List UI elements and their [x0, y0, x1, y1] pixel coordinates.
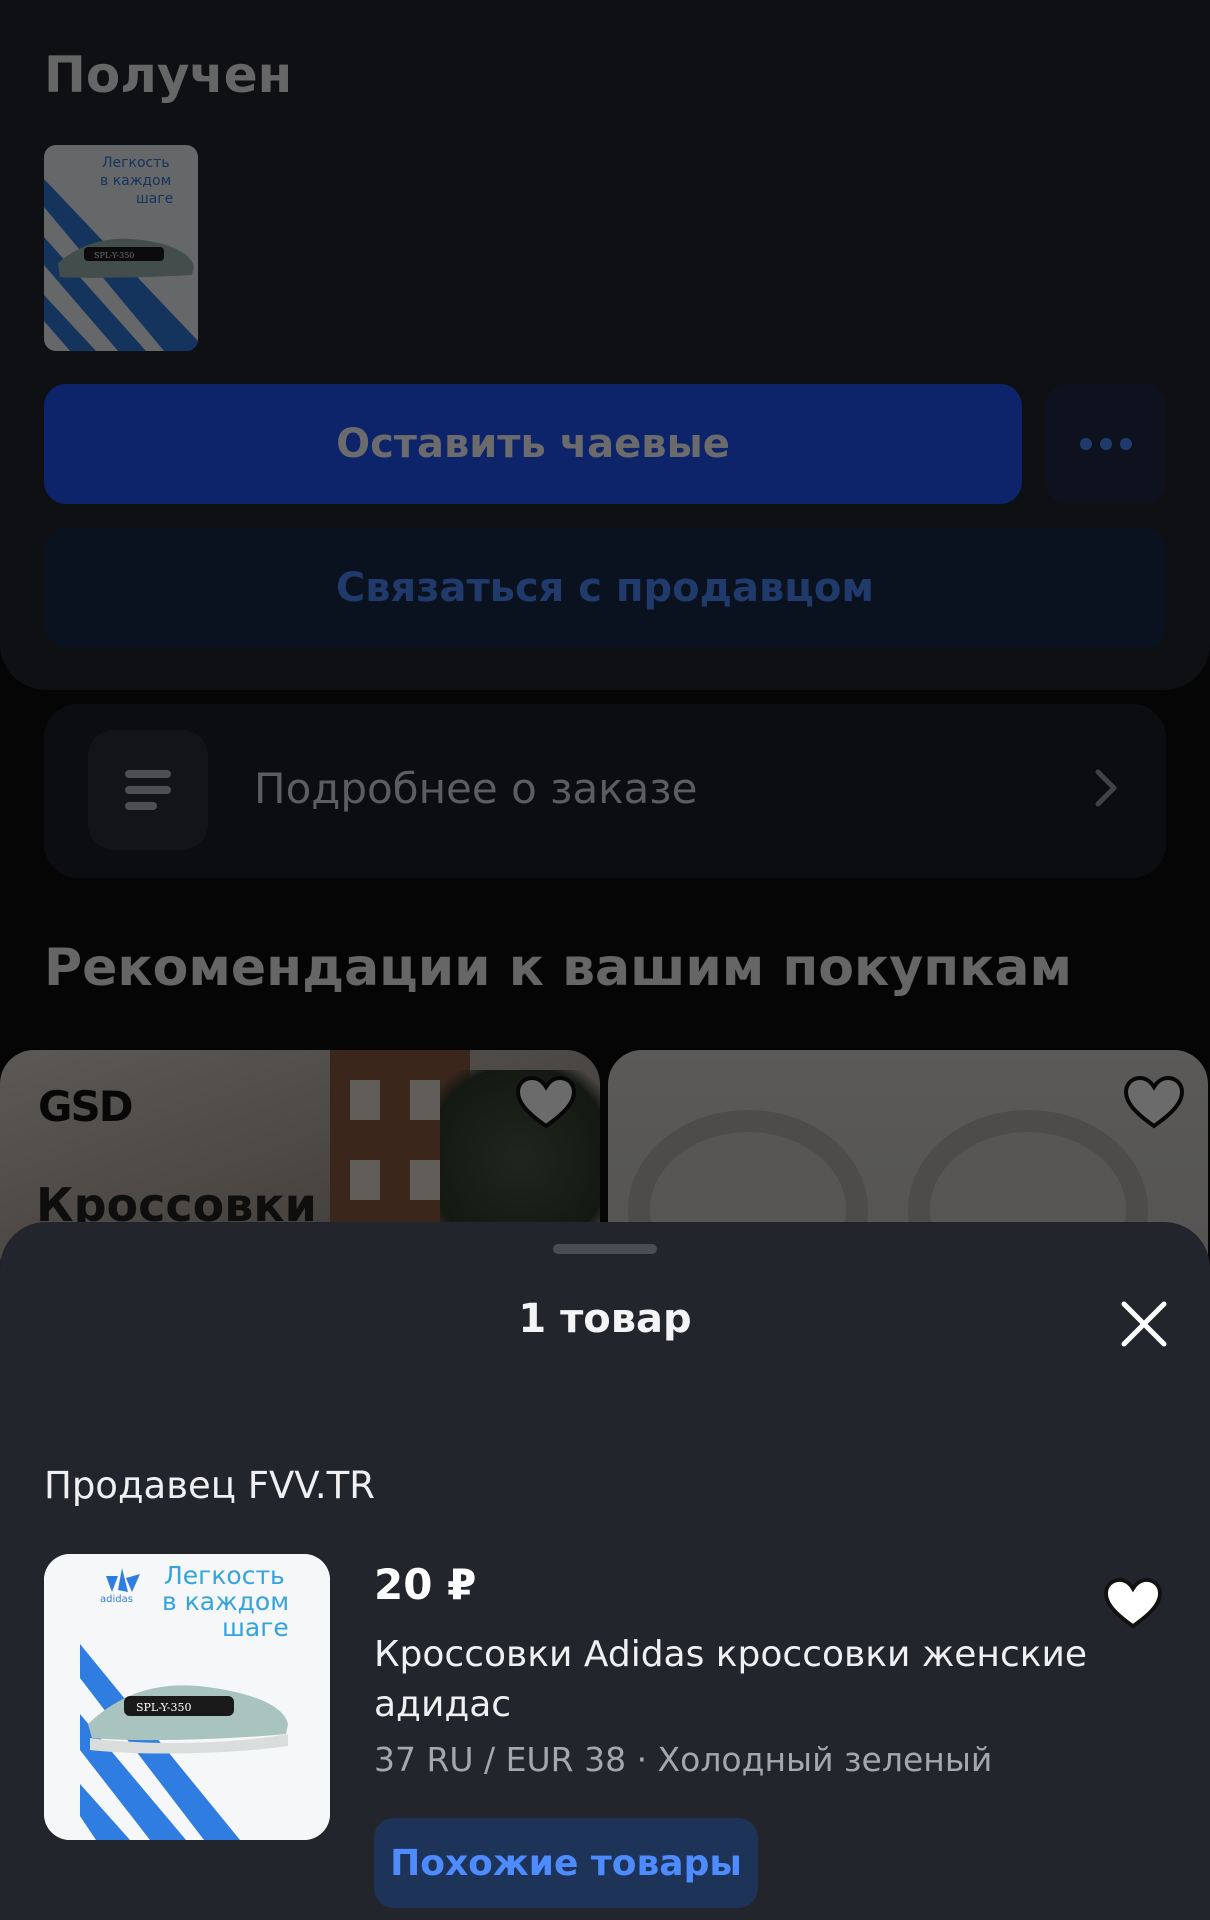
list-icon	[125, 770, 171, 810]
order-card: Получен SPL-Y-350 Легкость в каждом шаге	[0, 0, 1210, 690]
slogan-line2: в каждом	[100, 173, 171, 189]
brand-text: adidas	[100, 1594, 133, 1605]
product-name[interactable]: Кроссовки Adidas кроссовки женские адида…	[374, 1630, 1114, 1730]
heart-icon[interactable]	[516, 1076, 576, 1130]
model-text: SPL-Y-350	[136, 1701, 192, 1714]
order-thumbnail[interactable]: SPL-Y-350 Легкость в каждом шаге	[44, 145, 198, 351]
order-status: Получен	[44, 46, 293, 104]
card-brand-logo: GSD	[38, 1082, 134, 1131]
heart-icon[interactable]	[1124, 1076, 1184, 1130]
order-details-row[interactable]: Подробнее о заказе	[44, 704, 1166, 878]
more-button[interactable]	[1046, 384, 1166, 504]
more-dots-icon	[1080, 438, 1132, 450]
recommendations-title: Рекомендации к вашим покупкам	[44, 938, 1073, 998]
chevron-right-icon	[1095, 769, 1117, 807]
model-text: SPL-Y-350	[94, 251, 134, 260]
order-details-label: Подробнее о заказе	[254, 764, 698, 813]
slogan-line3: шаге	[136, 191, 173, 207]
contact-seller-button[interactable]: Связаться с продавцом	[44, 528, 1166, 648]
close-icon[interactable]	[1118, 1298, 1170, 1350]
sheet-grab-handle[interactable]	[553, 1244, 657, 1254]
leave-tip-button[interactable]: Оставить чаевые	[44, 384, 1022, 504]
similar-items-button[interactable]: Похожие товары	[374, 1818, 758, 1908]
sheet-title: 1 товар	[518, 1296, 692, 1342]
product-image[interactable]: SPL-Y-350 adidas Легкость в каждом шаге	[44, 1554, 330, 1840]
slogan-line3: шаге	[222, 1613, 289, 1642]
product-variant: 37 RU / EUR 38 · Холодный зеленый	[374, 1740, 993, 1779]
slogan-line1: Легкость	[164, 1561, 285, 1590]
product-art: SPL-Y-350 adidas Легкость в каждом шаге	[44, 1554, 330, 1840]
product-price: 20 ₽	[374, 1560, 477, 1609]
slogan-line1: Легкость	[102, 155, 170, 171]
slogan-line2: в каждом	[162, 1587, 289, 1616]
list-icon-box	[88, 730, 208, 850]
seller-name[interactable]: Продавец FVV.TR	[44, 1464, 375, 1507]
heart-icon[interactable]	[1104, 1578, 1162, 1630]
items-bottom-sheet: 1 товар Продавец FVV.TR SPL-Y-350 adidas…	[0, 1222, 1210, 1920]
product-art-small: SPL-Y-350 Легкость в каждом шаге	[44, 145, 198, 351]
